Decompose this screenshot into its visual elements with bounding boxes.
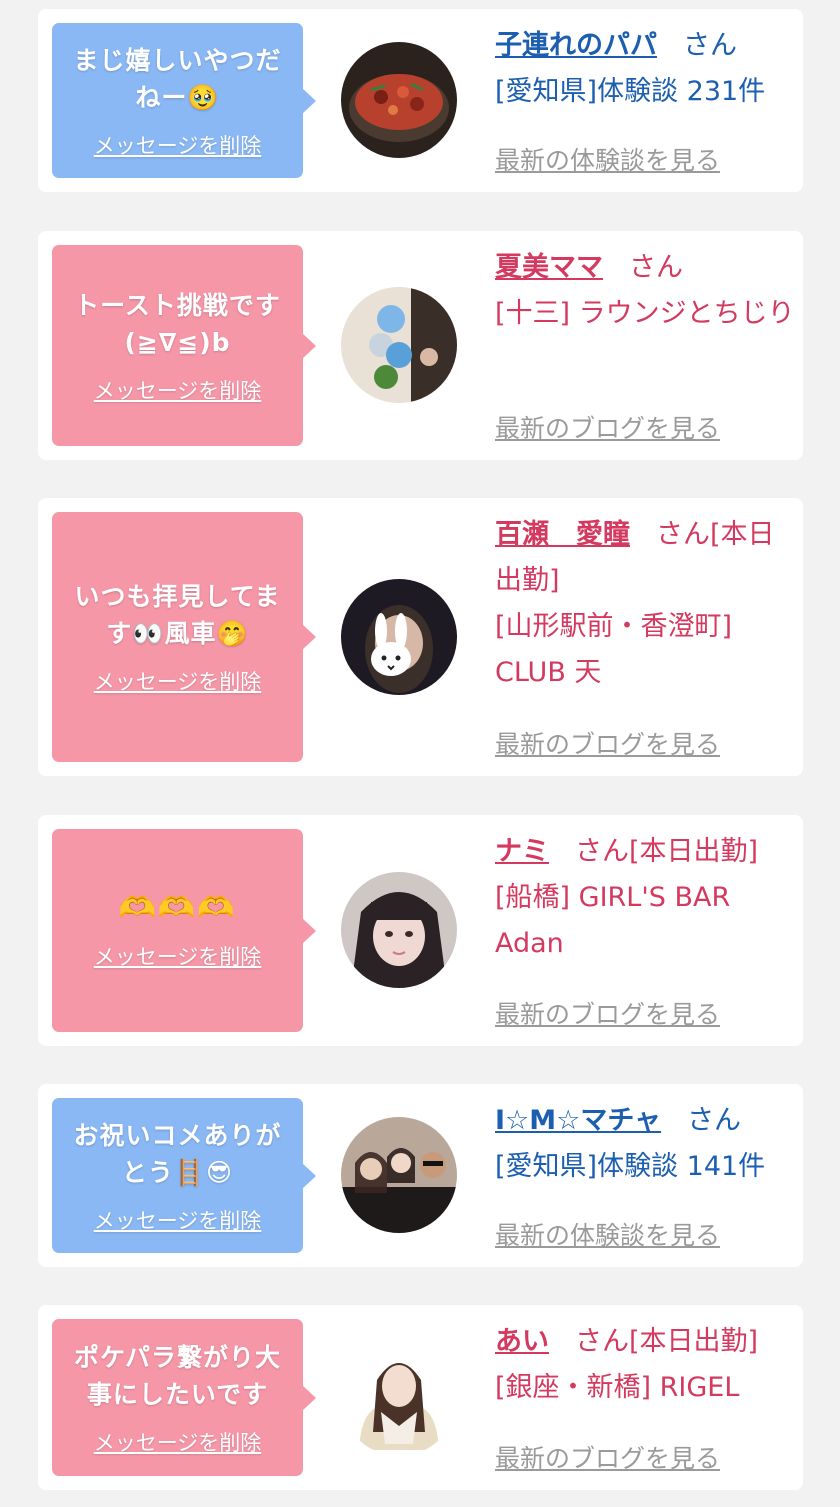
user-name-link[interactable]: 夏美ママ (495, 252, 603, 283)
delete-message-link[interactable]: メッセージを削除 (94, 1427, 262, 1457)
user-info: 夏美ママ さん [十三] ラウンジとちじり (495, 245, 795, 337)
message-card-3: いつも拝見してま す👀風車🤭 メッセージを削除 百瀬 愛瞳 さん[本日出勤] [山… (38, 498, 803, 776)
shop-name: [銀座・新橋] RIGEL (495, 1372, 740, 1403)
delete-message-link[interactable]: メッセージを削除 (94, 1205, 262, 1235)
avatar[interactable] (341, 1117, 457, 1233)
message-bubble: お祝いコメありが とう🪜😎 メッセージを削除 (52, 1098, 316, 1253)
avatar[interactable] (341, 1340, 457, 1456)
message-text: まじ嬉しいやつだ ねー🥹 (73, 45, 282, 112)
shop-name: [船橋] GIRL'S BAR Adan (495, 882, 731, 959)
user-name-link[interactable]: あい (495, 1326, 549, 1357)
avatar-group-photo (341, 1117, 457, 1233)
user-info: 百瀬 愛瞳 さん[本日出勤] [山形駅前・香澄町] CLUB 天 (495, 512, 795, 696)
user-name-link[interactable]: 百瀬 愛瞳 (495, 519, 630, 550)
view-latest-link[interactable]: 最新の体験談を見る (495, 141, 720, 177)
message-bubble: まじ嬉しいやつだ ねー🥹 メッセージを削除 (52, 23, 316, 178)
shop-name: [十三] ラウンジとちじり (495, 298, 795, 329)
user-name-link[interactable]: ナミ (495, 836, 549, 867)
message-text: ポケパラ繋がり大 事にしたいです (73, 1342, 281, 1409)
shop-name: [山形駅前・香澄町] CLUB 天 (495, 611, 733, 688)
avatar[interactable] (341, 579, 457, 695)
avatar[interactable] (341, 872, 457, 988)
message-card-5: お祝いコメありが とう🪜😎 メッセージを削除 I☆M☆マチャ さん [愛知県]体験… (38, 1084, 803, 1267)
honorific: さん (575, 1326, 629, 1357)
avatar-food-photo (341, 42, 457, 158)
status-label: [本日出勤] (629, 836, 759, 867)
message-text: いつも拝見してま す👀風車🤭 (74, 582, 281, 648)
status-label: [本日出勤] (629, 1326, 759, 1357)
view-latest-link[interactable]: 最新のブログを見る (495, 725, 720, 761)
user-subtitle: [愛知県]体験談 141件 (495, 1151, 766, 1182)
honorific: さん (687, 1105, 742, 1136)
honorific: さん (656, 519, 710, 550)
message-bubble: 🫶🫶🫶 メッセージを削除 (52, 829, 316, 1032)
view-latest-link[interactable]: 最新のブログを見る (495, 995, 720, 1031)
avatar-portrait-photo (341, 579, 457, 695)
user-name-link[interactable]: 子連れのパパ (495, 30, 657, 61)
view-latest-link[interactable]: 最新の体験談を見る (495, 1216, 720, 1252)
user-subtitle: [愛知県]体験談 231件 (495, 76, 766, 107)
message-card-4: 🫶🫶🫶 メッセージを削除 ナミ さん[本日出勤] [船橋] GIRL'S BAR … (38, 815, 803, 1046)
message-card-6: ポケパラ繋がり大 事にしたいです メッセージを削除 あい さん[本日出勤] [銀座… (38, 1305, 803, 1490)
avatar-portrait-photo (341, 1340, 457, 1456)
delete-message-link[interactable]: メッセージを削除 (94, 375, 262, 405)
message-card-1: まじ嬉しいやつだ ねー🥹 メッセージを削除 子連れのパパ さん [愛知県]体験談 … (38, 9, 803, 192)
user-name-link[interactable]: I☆M☆マチャ (495, 1105, 661, 1136)
view-latest-link[interactable]: 最新のブログを見る (495, 409, 720, 445)
user-info: ナミ さん[本日出勤] [船橋] GIRL'S BAR Adan (495, 829, 795, 967)
view-latest-link[interactable]: 最新のブログを見る (495, 1439, 720, 1475)
avatar-balloon-photo (341, 287, 457, 403)
honorific: さん (629, 252, 683, 283)
message-bubble: いつも拝見してま す👀風車🤭 メッセージを削除 (52, 512, 316, 762)
message-text: お祝いコメありが とう🪜😎 (73, 1120, 282, 1187)
message-card-2: トースト挑戦です (≧∇≦)b メッセージを削除 夏美ママ さん [十三] ラウン… (38, 231, 803, 460)
avatar[interactable] (341, 287, 457, 403)
message-bubble: トースト挑戦です (≧∇≦)b メッセージを削除 (52, 245, 316, 446)
message-bubble: ポケパラ繋がり大 事にしたいです メッセージを削除 (52, 1319, 316, 1476)
delete-message-link[interactable]: メッセージを削除 (94, 130, 262, 160)
message-text: トースト挑戦です (≧∇≦)b (74, 290, 281, 357)
message-text: 🫶🫶🫶 (118, 891, 237, 926)
avatar[interactable] (341, 42, 457, 158)
avatar-portrait-photo (341, 872, 457, 988)
user-info: 子連れのパパ さん [愛知県]体験談 231件 (495, 23, 795, 115)
message-card-list: まじ嬉しいやつだ ねー🥹 メッセージを削除 子連れのパパ さん [愛知県]体験談 … (0, 0, 840, 1507)
delete-message-link[interactable]: メッセージを削除 (94, 941, 262, 971)
user-info: I☆M☆マチャ さん [愛知県]体験談 141件 (495, 1098, 795, 1190)
honorific: さん (575, 836, 629, 867)
honorific: さん (683, 30, 737, 61)
user-info: あい さん[本日出勤] [銀座・新橋] RIGEL (495, 1319, 795, 1411)
delete-message-link[interactable]: メッセージを削除 (94, 666, 262, 696)
